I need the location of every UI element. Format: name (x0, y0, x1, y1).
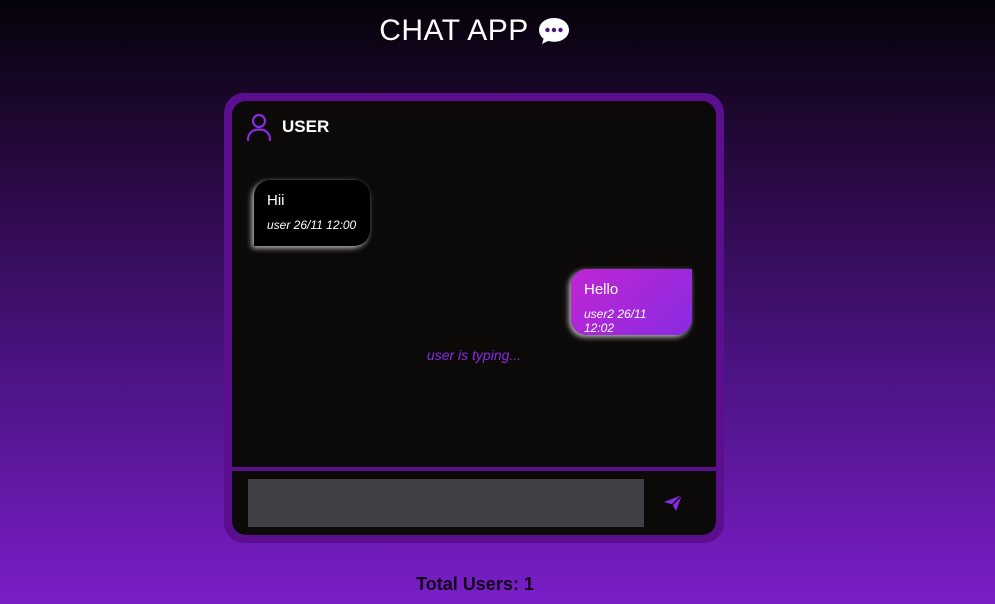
typing-indicator: user is typing... (426, 347, 522, 363)
app-title: CHAT APP (0, 14, 950, 48)
chat-window: USER Hii user 26/11 12:00 Hello user2 26… (224, 93, 724, 543)
send-button[interactable] (658, 489, 688, 519)
app-title-text: CHAT APP (379, 14, 529, 47)
message-meta: user 26/11 12:00 (267, 218, 357, 232)
total-users-label: Total Users: 1 (416, 574, 534, 594)
message-text: Hii (267, 192, 285, 209)
user-icon (246, 113, 272, 142)
message-input[interactable] (248, 479, 644, 527)
input-bar (232, 471, 716, 535)
message-meta: user2 26/11 12:02 (584, 307, 647, 335)
chat-header: USER (246, 113, 330, 142)
chat-header-name: USER (282, 117, 330, 136)
send-icon (663, 494, 683, 515)
message-panel: USER Hii user 26/11 12:00 Hello user2 26… (232, 101, 716, 467)
chat-bubble-icon (537, 16, 571, 46)
message-incoming: Hii user 26/11 12:00 (254, 180, 370, 246)
message-text: Hello (584, 281, 619, 298)
message-outgoing: Hello user2 26/11 12:02 (571, 269, 692, 335)
